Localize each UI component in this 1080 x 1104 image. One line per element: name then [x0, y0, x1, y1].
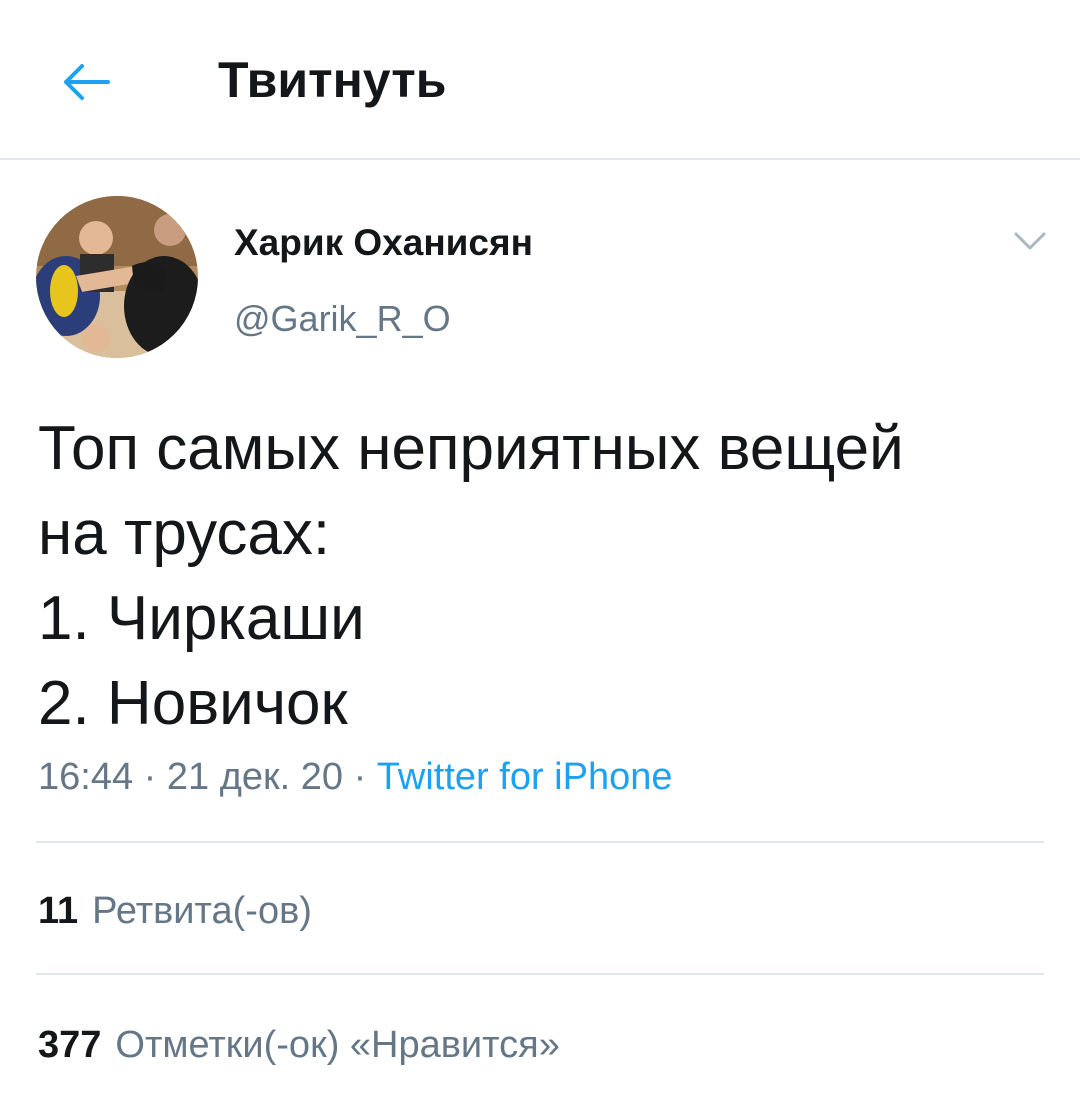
likes-count: 377 [38, 1024, 102, 1066]
likes-label: Отметки(-ок) «Нравится» [115, 1024, 560, 1066]
author-name[interactable]: Харик Оханисян [234, 220, 533, 266]
arrow-left-icon [64, 64, 110, 100]
tweet-line: Топ самых неприятных вещей [38, 414, 904, 483]
tweet-meta: 16:44 · 21 дек. 20 · Twitter for iPhone [38, 752, 672, 802]
divider [36, 841, 1044, 843]
tweet-line: на трусах: [38, 499, 331, 568]
tweet-line: 2. Новичок [38, 669, 348, 738]
back-button[interactable] [48, 44, 124, 120]
tweet-source-link[interactable]: Twitter for iPhone [377, 756, 673, 798]
retweets-stat[interactable]: 11 Ретвита(-ов) [38, 886, 312, 936]
avatar[interactable] [36, 196, 198, 358]
meta-separator: · [143, 756, 157, 798]
tweet-text: Топ самых неприятных вещей на трусах: 1.… [38, 406, 1048, 746]
top-bar: Твитнуть [0, 0, 1080, 160]
divider [36, 973, 1044, 975]
tweet-time: 16:44 [38, 756, 134, 798]
author-handle[interactable]: @Garik_R_O [234, 296, 451, 342]
chevron-down-icon [1014, 232, 1046, 250]
tweet-date: 21 дек. 20 [166, 756, 344, 798]
tweet-line: 1. Чиркаши [38, 584, 365, 653]
tweet-menu-button[interactable] [1008, 222, 1052, 258]
page-title: Твитнуть [218, 52, 447, 108]
likes-stat[interactable]: 377 Отметки(-ок) «Нравится» [38, 1020, 560, 1070]
retweets-label: Ретвита(-ов) [92, 890, 312, 932]
meta-separator: · [353, 756, 367, 798]
retweets-count: 11 [38, 890, 79, 932]
